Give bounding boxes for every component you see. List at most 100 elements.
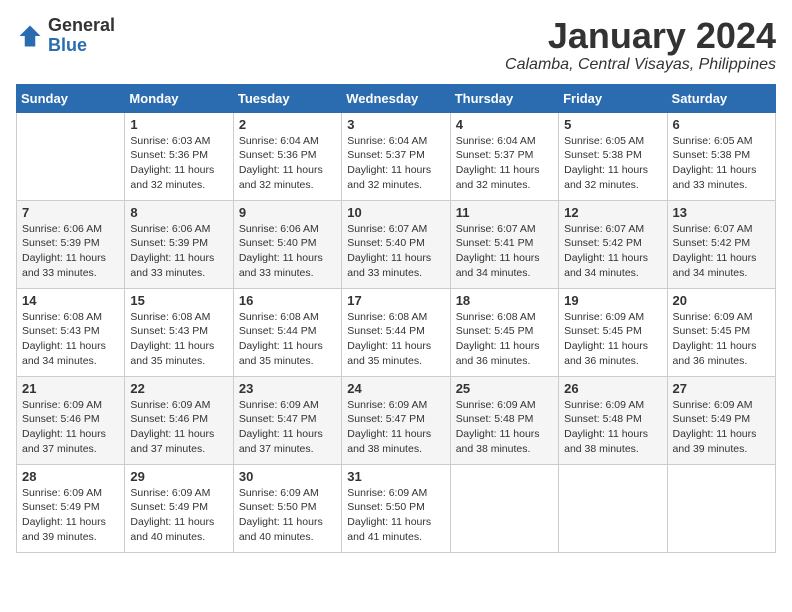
day-cell: 15 Sunrise: 6:08 AMSunset: 5:43 PMDayligh… xyxy=(125,288,233,376)
day-number: 27 xyxy=(673,381,770,396)
weekday-header-tuesday: Tuesday xyxy=(233,84,341,112)
day-info: Sunrise: 6:09 AMSunset: 5:47 PMDaylight:… xyxy=(239,398,336,457)
week-row-4: 21 Sunrise: 6:09 AMSunset: 5:46 PMDayligh… xyxy=(17,376,776,464)
day-info: Sunrise: 6:09 AMSunset: 5:49 PMDaylight:… xyxy=(673,398,770,457)
week-row-1: 1Sunrise: 6:03 AMSunset: 5:36 PMDaylight… xyxy=(17,112,776,200)
weekday-header-row: SundayMondayTuesdayWednesdayThursdayFrid… xyxy=(17,84,776,112)
day-cell: 19Sunrise: 6:09 AMSunset: 5:45 PMDayligh… xyxy=(559,288,667,376)
day-number: 4 xyxy=(456,117,553,132)
day-info: Sunrise: 6:09 AMSunset: 5:50 PMDaylight:… xyxy=(347,486,444,545)
day-cell: 11 Sunrise: 6:07 AMSunset: 5:41 PMDayligh… xyxy=(450,200,558,288)
day-number: 6 xyxy=(673,117,770,132)
logo-blue-text: Blue xyxy=(48,36,115,56)
day-info: Sunrise: 6:06 AMSunset: 5:40 PMDaylight:… xyxy=(239,222,336,281)
day-info: Sunrise: 6:09 AMSunset: 5:46 PMDaylight:… xyxy=(130,398,227,457)
day-info: Sunrise: 6:07 AMSunset: 5:40 PMDaylight:… xyxy=(347,222,444,281)
day-info: Sunrise: 6:03 AMSunset: 5:36 PMDaylight:… xyxy=(130,134,227,193)
day-info: Sunrise: 6:09 AMSunset: 5:50 PMDaylight:… xyxy=(239,486,336,545)
day-info: Sunrise: 6:07 AMSunset: 5:42 PMDaylight:… xyxy=(673,222,770,281)
day-cell: 8 Sunrise: 6:06 AMSunset: 5:39 PMDaylight… xyxy=(125,200,233,288)
logo-text: General Blue xyxy=(48,16,115,56)
weekday-header-friday: Friday xyxy=(559,84,667,112)
day-info: Sunrise: 6:06 AMSunset: 5:39 PMDaylight:… xyxy=(130,222,227,281)
day-cell: 22 Sunrise: 6:09 AMSunset: 5:46 PMDayligh… xyxy=(125,376,233,464)
calendar-subtitle: Calamba, Central Visayas, Philippines xyxy=(505,56,776,74)
logo-icon xyxy=(16,22,44,50)
day-info: Sunrise: 6:05 AMSunset: 5:38 PMDaylight:… xyxy=(564,134,661,193)
day-cell: 26 Sunrise: 6:09 AMSunset: 5:48 PMDayligh… xyxy=(559,376,667,464)
day-cell: 10 Sunrise: 6:07 AMSunset: 5:40 PMDayligh… xyxy=(342,200,450,288)
day-info: Sunrise: 6:07 AMSunset: 5:42 PMDaylight:… xyxy=(564,222,661,281)
day-info: Sunrise: 6:04 AMSunset: 5:36 PMDaylight:… xyxy=(239,134,336,193)
day-number: 16 xyxy=(239,293,336,308)
logo-general-text: General xyxy=(48,16,115,36)
day-info: Sunrise: 6:07 AMSunset: 5:41 PMDaylight:… xyxy=(456,222,553,281)
day-info: Sunrise: 6:09 AMSunset: 5:48 PMDaylight:… xyxy=(564,398,661,457)
day-cell: 14 Sunrise: 6:08 AMSunset: 5:43 PMDayligh… xyxy=(17,288,125,376)
weekday-header-sunday: Sunday xyxy=(17,84,125,112)
day-number: 12 xyxy=(564,205,661,220)
day-cell: 25 Sunrise: 6:09 AMSunset: 5:48 PMDayligh… xyxy=(450,376,558,464)
day-number: 3 xyxy=(347,117,444,132)
day-number: 15 xyxy=(130,293,227,308)
day-info: Sunrise: 6:09 AMSunset: 5:46 PMDaylight:… xyxy=(22,398,119,457)
day-cell: 7 Sunrise: 6:06 AMSunset: 5:39 PMDaylight… xyxy=(17,200,125,288)
title-area: January 2024 Calamba, Central Visayas, P… xyxy=(505,16,776,74)
day-cell: 21 Sunrise: 6:09 AMSunset: 5:46 PMDayligh… xyxy=(17,376,125,464)
day-cell: 16 Sunrise: 6:08 AMSunset: 5:44 PMDayligh… xyxy=(233,288,341,376)
day-cell: 28Sunrise: 6:09 AMSunset: 5:49 PMDayligh… xyxy=(17,464,125,552)
day-number: 26 xyxy=(564,381,661,396)
day-cell: 17 Sunrise: 6:08 AMSunset: 5:44 PMDayligh… xyxy=(342,288,450,376)
day-cell xyxy=(17,112,125,200)
day-cell: 1Sunrise: 6:03 AMSunset: 5:36 PMDaylight… xyxy=(125,112,233,200)
day-number: 7 xyxy=(22,205,119,220)
day-cell: 4 Sunrise: 6:04 AMSunset: 5:37 PMDaylight… xyxy=(450,112,558,200)
day-cell: 20Sunrise: 6:09 AMSunset: 5:45 PMDayligh… xyxy=(667,288,775,376)
day-number: 18 xyxy=(456,293,553,308)
day-cell: 12 Sunrise: 6:07 AMSunset: 5:42 PMDayligh… xyxy=(559,200,667,288)
day-cell: 24Sunrise: 6:09 AMSunset: 5:47 PMDayligh… xyxy=(342,376,450,464)
day-number: 14 xyxy=(22,293,119,308)
day-info: Sunrise: 6:04 AMSunset: 5:37 PMDaylight:… xyxy=(347,134,444,193)
day-cell: 18 Sunrise: 6:08 AMSunset: 5:45 PMDayligh… xyxy=(450,288,558,376)
day-number: 21 xyxy=(22,381,119,396)
day-number: 30 xyxy=(239,469,336,484)
day-info: Sunrise: 6:08 AMSunset: 5:43 PMDaylight:… xyxy=(22,310,119,369)
header: General Blue January 2024 Calamba, Centr… xyxy=(16,16,776,74)
day-number: 31 xyxy=(347,469,444,484)
day-info: Sunrise: 6:08 AMSunset: 5:44 PMDaylight:… xyxy=(239,310,336,369)
day-number: 24 xyxy=(347,381,444,396)
day-number: 11 xyxy=(456,205,553,220)
day-number: 23 xyxy=(239,381,336,396)
day-number: 29 xyxy=(130,469,227,484)
day-number: 19 xyxy=(564,293,661,308)
weekday-header-saturday: Saturday xyxy=(667,84,775,112)
day-number: 22 xyxy=(130,381,227,396)
day-number: 17 xyxy=(347,293,444,308)
day-number: 13 xyxy=(673,205,770,220)
day-info: Sunrise: 6:06 AMSunset: 5:39 PMDaylight:… xyxy=(22,222,119,281)
day-number: 10 xyxy=(347,205,444,220)
day-info: Sunrise: 6:09 AMSunset: 5:48 PMDaylight:… xyxy=(456,398,553,457)
day-info: Sunrise: 6:05 AMSunset: 5:38 PMDaylight:… xyxy=(673,134,770,193)
day-info: Sunrise: 6:08 AMSunset: 5:44 PMDaylight:… xyxy=(347,310,444,369)
day-cell: 3 Sunrise: 6:04 AMSunset: 5:37 PMDaylight… xyxy=(342,112,450,200)
day-info: Sunrise: 6:09 AMSunset: 5:49 PMDaylight:… xyxy=(130,486,227,545)
day-number: 8 xyxy=(130,205,227,220)
day-number: 2 xyxy=(239,117,336,132)
day-number: 20 xyxy=(673,293,770,308)
weekday-header-thursday: Thursday xyxy=(450,84,558,112)
day-info: Sunrise: 6:08 AMSunset: 5:43 PMDaylight:… xyxy=(130,310,227,369)
week-row-3: 14 Sunrise: 6:08 AMSunset: 5:43 PMDayligh… xyxy=(17,288,776,376)
calendar-title: January 2024 xyxy=(505,16,776,56)
day-cell: 31 Sunrise: 6:09 AMSunset: 5:50 PMDayligh… xyxy=(342,464,450,552)
day-cell: 27 Sunrise: 6:09 AMSunset: 5:49 PMDayligh… xyxy=(667,376,775,464)
weekday-header-wednesday: Wednesday xyxy=(342,84,450,112)
day-number: 25 xyxy=(456,381,553,396)
calendar-table: SundayMondayTuesdayWednesdayThursdayFrid… xyxy=(16,84,776,553)
day-info: Sunrise: 6:08 AMSunset: 5:45 PMDaylight:… xyxy=(456,310,553,369)
day-cell xyxy=(450,464,558,552)
day-cell: 30 Sunrise: 6:09 AMSunset: 5:50 PMDayligh… xyxy=(233,464,341,552)
day-cell: 13 Sunrise: 6:07 AMSunset: 5:42 PMDayligh… xyxy=(667,200,775,288)
day-info: Sunrise: 6:04 AMSunset: 5:37 PMDaylight:… xyxy=(456,134,553,193)
